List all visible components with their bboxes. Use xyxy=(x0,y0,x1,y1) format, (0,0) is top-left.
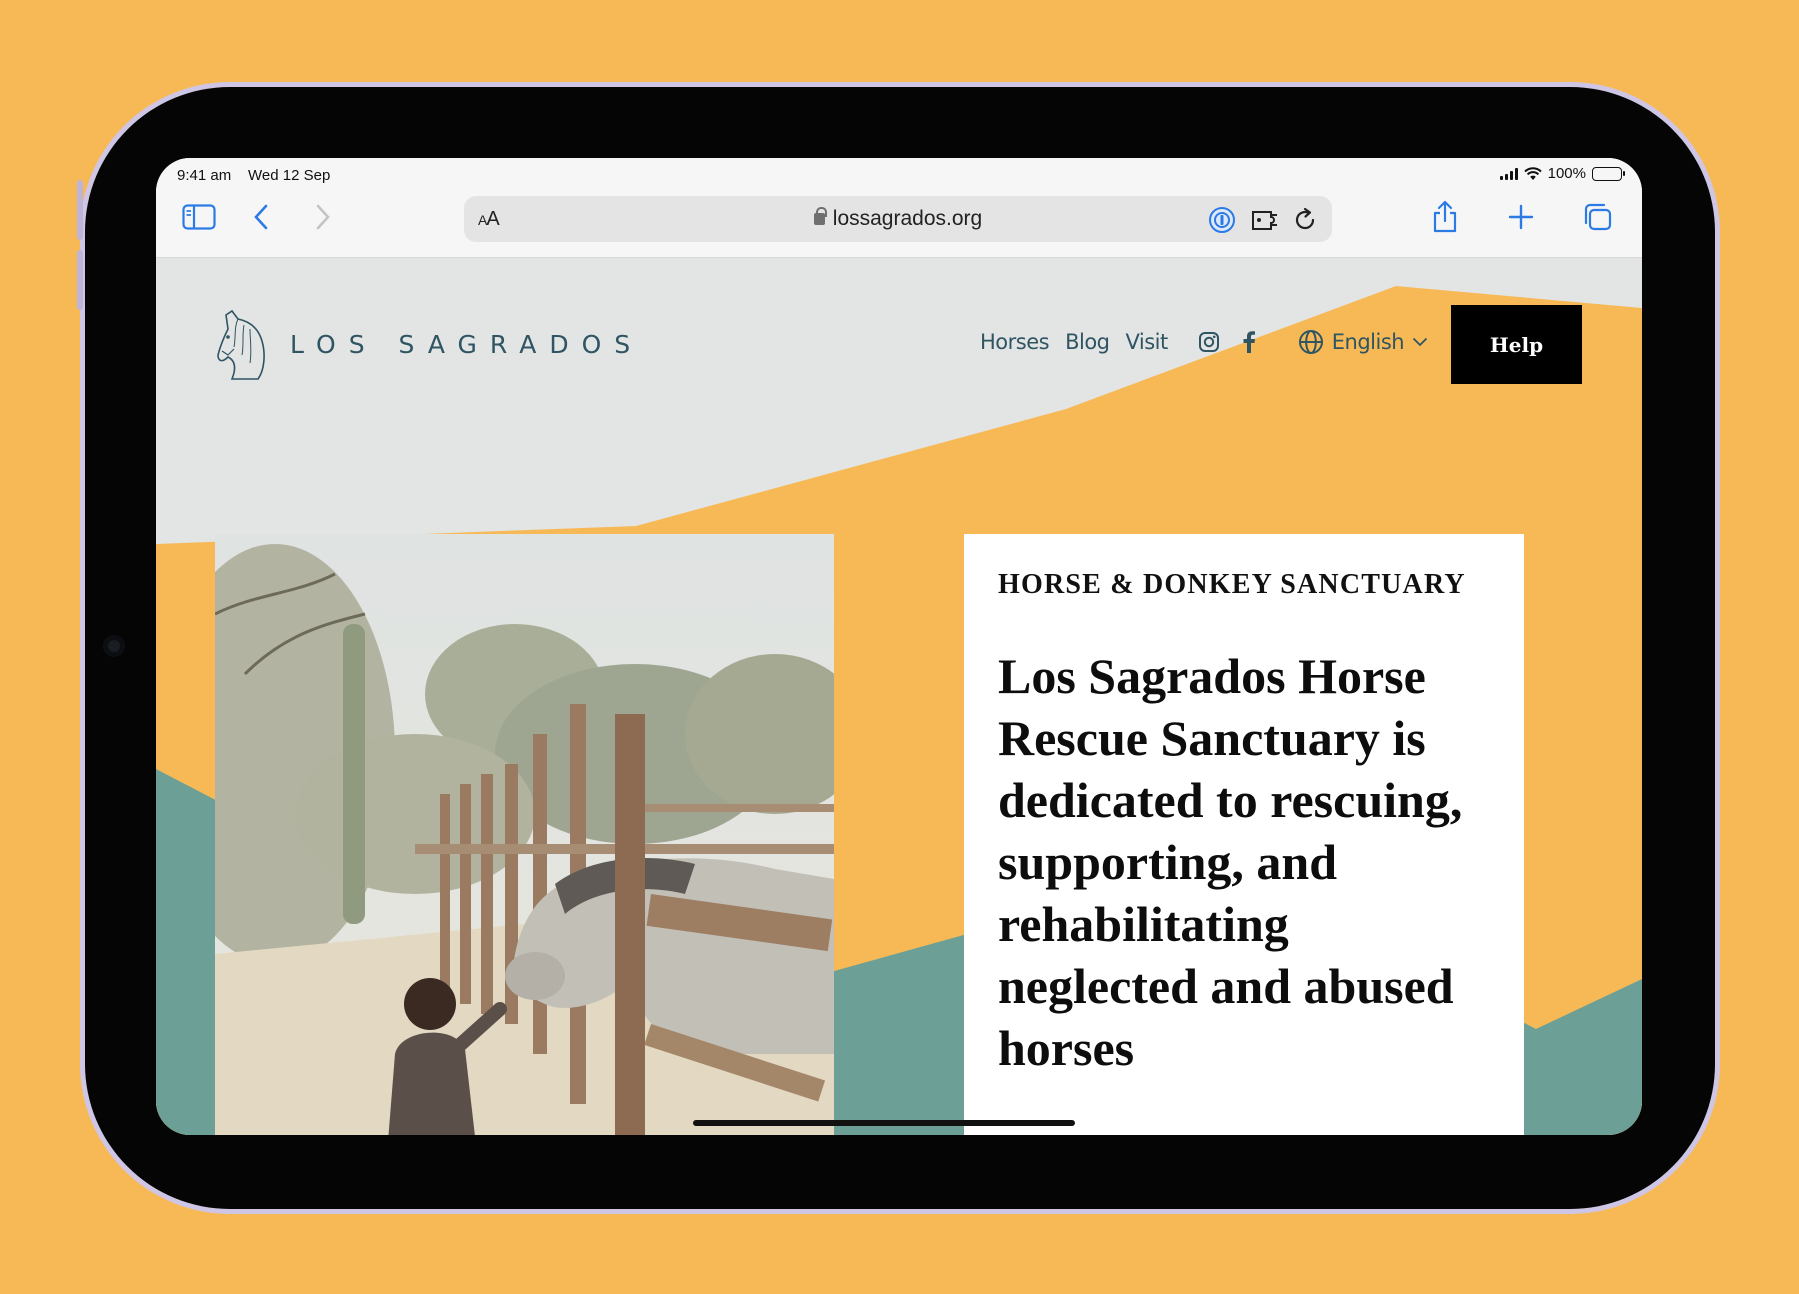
battery-icon xyxy=(1592,166,1625,181)
plus-icon xyxy=(1508,204,1534,230)
address-bar[interactable]: AA lossagrados.org xyxy=(464,196,1332,242)
share-button[interactable] xyxy=(1428,198,1462,236)
tabs-button[interactable] xyxy=(1580,198,1614,236)
language-selector[interactable]: English xyxy=(1298,329,1428,355)
back-icon xyxy=(254,204,268,230)
language-label: English xyxy=(1331,330,1405,354)
forward-icon xyxy=(316,204,330,230)
volume-button xyxy=(77,250,83,310)
wifi-icon xyxy=(1523,166,1542,180)
status-indicators: 100% xyxy=(1499,165,1625,182)
status-time: 9:41 am xyxy=(177,167,232,184)
hero-heading: Los Sagrados Horse Rescue Sanctuary is d… xyxy=(998,648,1463,1076)
hero-eyebrow: HORSE & DONKEY SANCTUARY xyxy=(998,569,1466,600)
front-camera xyxy=(103,635,125,657)
logo-text: LOS SAGRADOS xyxy=(290,329,644,359)
hero-card: HORSE & DONKEY SANCTUARY Los Sagrados Ho… xyxy=(964,534,1524,1135)
password-icon[interactable] xyxy=(1208,206,1236,234)
photo-child-feeding-horse xyxy=(215,534,834,1135)
sidebar-icon xyxy=(182,204,216,230)
reload-icon[interactable] xyxy=(1292,207,1318,233)
lock-icon xyxy=(813,207,827,225)
hero-photo xyxy=(215,534,834,1135)
status-date: Wed 12 Sep xyxy=(248,167,331,184)
url-text: lossagrados.org xyxy=(832,207,983,230)
battery-percent: 100% xyxy=(1547,165,1586,182)
url-field[interactable]: lossagrados.org xyxy=(464,207,1332,231)
globe-icon xyxy=(1298,330,1323,354)
tabs-icon xyxy=(1584,203,1612,231)
new-tab-button[interactable] xyxy=(1506,198,1536,236)
chevron-down-icon xyxy=(1412,337,1428,347)
instagram-icon[interactable] xyxy=(1198,331,1220,353)
nav-visit[interactable]: Visit xyxy=(1126,330,1169,354)
ipad-screen: 9:41 am Wed 12 Sep 100% AA lossagrados.o… xyxy=(156,158,1642,1135)
sidebar-button[interactable] xyxy=(180,198,218,236)
cellular-signal-icon xyxy=(1499,167,1518,180)
home-indicator[interactable] xyxy=(693,1120,1075,1126)
extension-icon[interactable] xyxy=(1250,207,1280,233)
site-logo[interactable]: LOS SAGRADOS xyxy=(214,307,643,381)
volume-button xyxy=(77,180,83,240)
webpage: LOS SAGRADOS Horses Blog Visit English H… xyxy=(156,259,1642,1135)
forward-button[interactable] xyxy=(308,198,338,236)
facebook-icon[interactable] xyxy=(1242,331,1256,353)
horse-head-logo-icon xyxy=(217,309,265,380)
share-icon xyxy=(1433,200,1457,233)
nav-horses[interactable]: Horses xyxy=(980,330,1050,354)
social-links xyxy=(1198,331,1256,353)
browser-toolbar: 9:41 am Wed 12 Sep 100% AA lossagrados.o… xyxy=(156,158,1642,258)
main-nav: Horses Blog Visit English xyxy=(980,329,1428,355)
nav-blog[interactable]: Blog xyxy=(1065,330,1110,354)
help-button[interactable]: Help xyxy=(1451,305,1582,384)
back-button[interactable] xyxy=(246,198,276,236)
